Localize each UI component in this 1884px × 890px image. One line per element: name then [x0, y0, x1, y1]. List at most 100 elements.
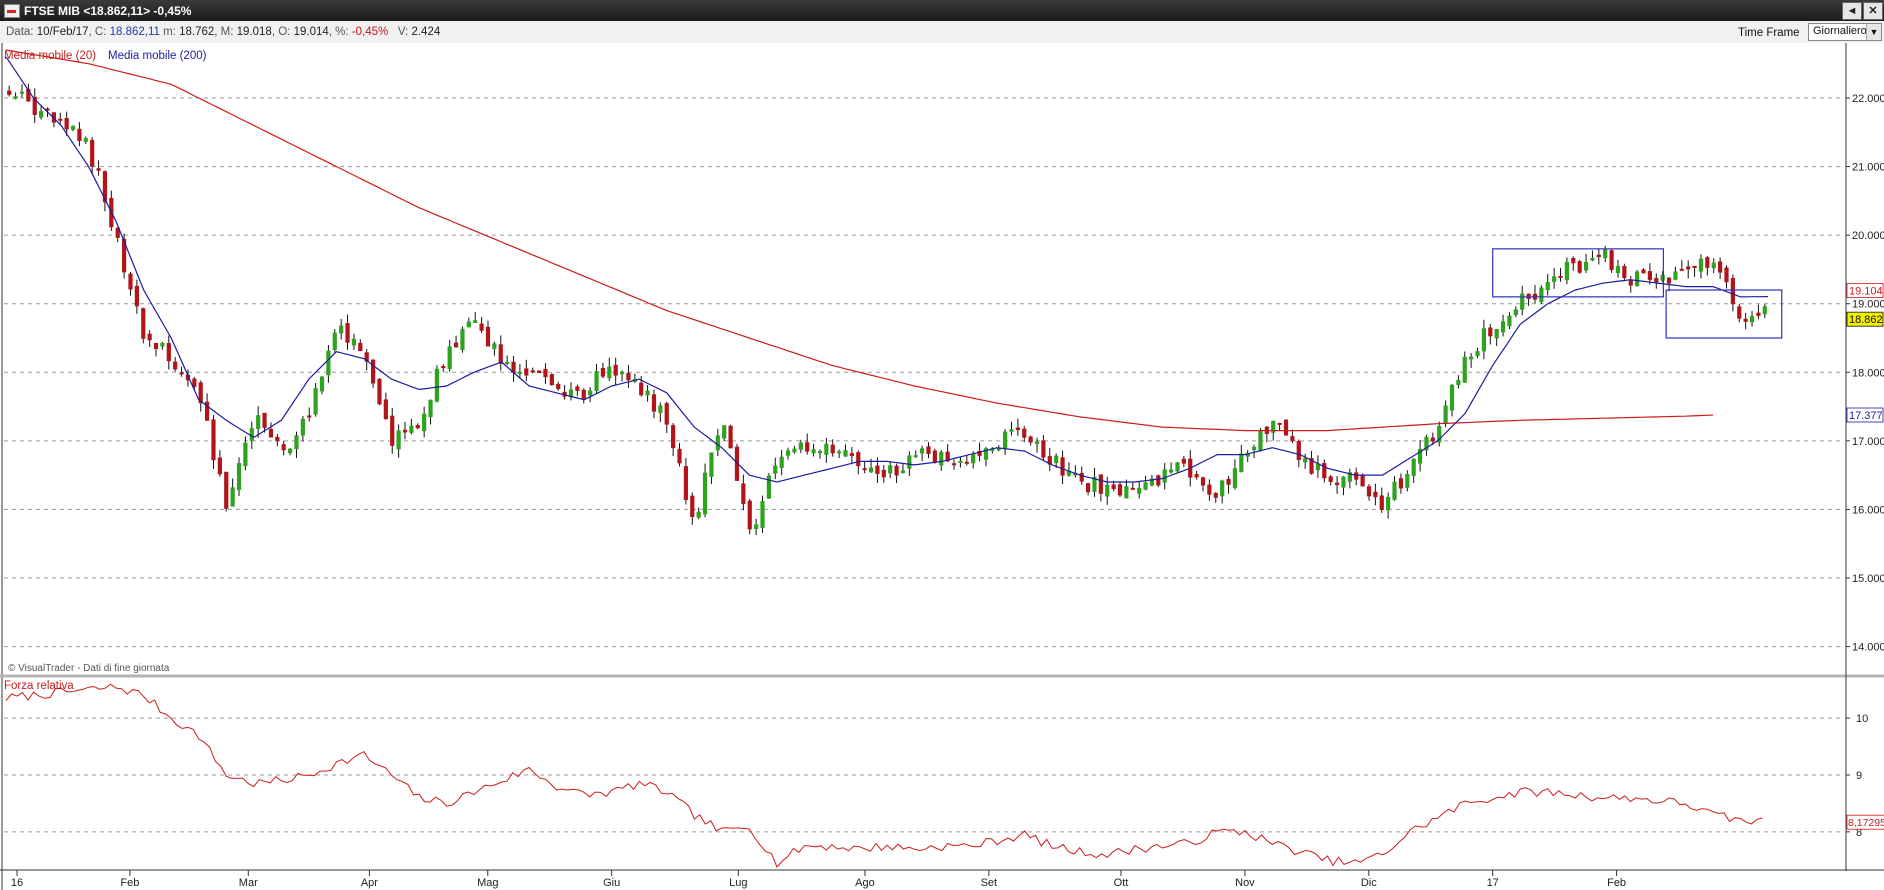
candle-body — [1373, 491, 1378, 498]
candle-body — [1762, 306, 1767, 315]
candle-body — [19, 91, 25, 94]
candle-body — [243, 442, 248, 467]
candle-body — [1462, 356, 1467, 383]
candle — [747, 498, 752, 535]
candle — [1283, 419, 1289, 436]
candle-body — [153, 343, 159, 349]
rs-title: Forza relativa — [4, 680, 74, 692]
candle-body — [741, 483, 746, 504]
candle-body — [1232, 468, 1238, 488]
timeframe-value: Giornaliero — [1813, 25, 1867, 37]
close-icon[interactable]: ✕ — [1863, 2, 1883, 20]
candle-body — [856, 452, 861, 467]
candle-body — [677, 448, 682, 464]
pct-value: -0,45% — [351, 26, 389, 38]
candle-body — [1366, 486, 1372, 497]
candle-body — [224, 471, 229, 509]
candle-body — [664, 403, 669, 425]
x-tick-label: Mag — [477, 877, 498, 889]
candle-body — [773, 465, 778, 474]
candle-body — [971, 454, 976, 464]
candle-body — [128, 273, 133, 290]
candle-body — [1590, 257, 1595, 261]
candle-body — [1085, 483, 1091, 493]
x-tick-label: Nov — [1235, 877, 1255, 889]
candle-body — [1162, 469, 1167, 483]
candle-body — [422, 413, 427, 432]
candle-body — [1494, 329, 1499, 339]
candle-body — [1041, 440, 1046, 458]
candle-body — [1564, 261, 1570, 281]
candle-body — [498, 344, 503, 364]
candle-body — [543, 368, 548, 378]
timeframe-label: Time Frame — [1738, 27, 1800, 39]
candle-body — [147, 333, 152, 341]
candle-body — [1500, 321, 1506, 333]
candle-body — [1239, 453, 1244, 473]
candle-body — [862, 468, 867, 471]
candle-body — [160, 342, 165, 347]
quote-info-bar: Data: 10/Feb/17, C: 18.862,11 m: 18.762,… — [0, 21, 1884, 44]
candle-body — [805, 442, 810, 452]
candle-body — [594, 371, 599, 392]
candle-body — [217, 457, 222, 475]
candle — [1156, 474, 1161, 488]
chevron-down-icon[interactable]: ▼ — [1866, 24, 1881, 40]
candle-body — [1143, 482, 1148, 490]
candle-body — [1168, 469, 1174, 473]
x-tick-label: Feb — [1607, 877, 1626, 889]
volume-label: V: — [397, 26, 409, 38]
candle-body — [211, 419, 216, 461]
candle-body — [760, 501, 765, 528]
candle-body — [798, 442, 803, 450]
candle — [460, 326, 465, 353]
candle-body — [1558, 275, 1563, 278]
candle-body — [1098, 474, 1103, 494]
x-tick-label: Lug — [729, 877, 747, 889]
candle-body — [1507, 315, 1512, 327]
candle-body — [415, 425, 420, 429]
candle-body — [294, 435, 299, 450]
y-tick-label: 19.000 — [1852, 299, 1884, 311]
candle-body — [402, 429, 408, 433]
candle-body — [964, 461, 969, 464]
candle-body — [1015, 427, 1020, 431]
candle-body — [1034, 441, 1040, 444]
candle-body — [1635, 271, 1640, 286]
candle — [766, 473, 771, 499]
copyright-note: © VisualTrader - Dati di fine giornata — [8, 663, 170, 674]
candle-body — [939, 451, 944, 466]
candle-body — [639, 382, 644, 396]
candle-body — [268, 428, 274, 438]
candle — [434, 365, 440, 403]
price-chart[interactable]: 14.000 15.000 16.000 17.000 18.000 19.000 20.0… — [0, 43, 1884, 890]
candle-body — [875, 465, 880, 474]
candle-body — [70, 125, 76, 130]
candle-body — [958, 460, 963, 463]
candle-body — [1449, 384, 1455, 411]
back-button[interactable]: ◄ — [1842, 2, 1862, 20]
candle-body — [1003, 431, 1008, 449]
candle-body — [473, 320, 478, 323]
candle — [1577, 260, 1582, 274]
candle-body — [1213, 492, 1218, 498]
candle-body — [1354, 472, 1359, 480]
candle-body — [1705, 257, 1710, 268]
app-chart-icon — [4, 4, 20, 18]
y-tick-label: 14.000 — [1852, 642, 1884, 654]
x-tick-label: Apr — [361, 877, 378, 889]
candle — [760, 495, 765, 533]
candle-body — [1686, 266, 1691, 270]
candle-body — [370, 359, 376, 384]
candle-body — [1009, 429, 1014, 432]
candle-body — [64, 118, 69, 130]
candle-body — [485, 326, 491, 347]
y-tick-label: 18.000 — [1852, 367, 1884, 379]
y-tick-label: 20.000 — [1852, 230, 1884, 242]
candle — [1258, 428, 1263, 452]
candle-body — [45, 108, 50, 111]
timeframe-select[interactable]: Giornaliero ▼ — [1808, 23, 1882, 41]
candle-body — [479, 323, 484, 331]
pct-label: %: — [335, 26, 349, 38]
candle-body — [1200, 477, 1206, 486]
